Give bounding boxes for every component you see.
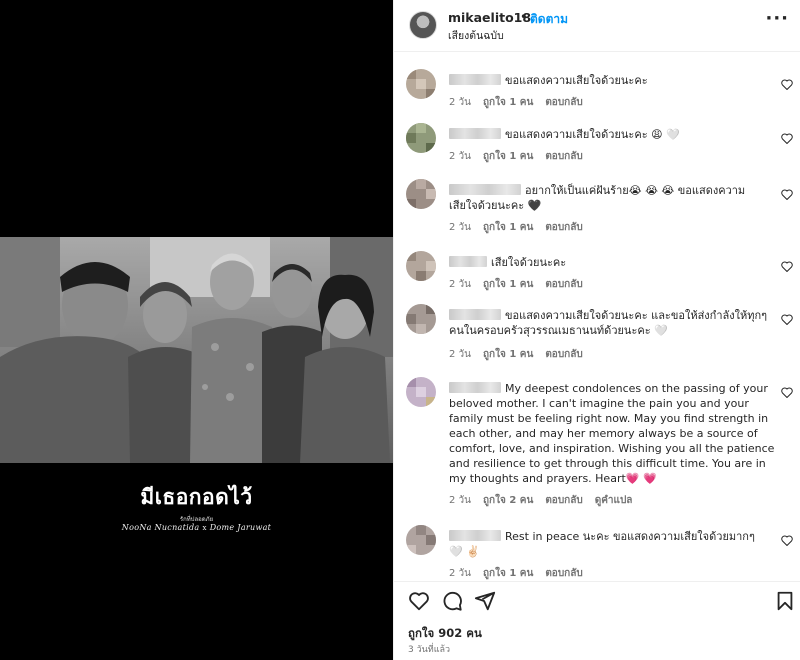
credit-x: x xyxy=(202,524,207,532)
separator-dot: • xyxy=(520,10,528,24)
comment-time: 2 วัน xyxy=(449,151,471,162)
heart-icon[interactable] xyxy=(408,590,430,612)
song-title: มีเธอกอดไว้ xyxy=(140,485,253,509)
comment-time: 2 วัน xyxy=(449,222,471,233)
comment-meta: 2 วัน ถูกใจ 1 คน ตอบกลับ xyxy=(449,95,595,110)
commenter-avatar[interactable] xyxy=(406,179,436,209)
avatar[interactable] xyxy=(409,11,437,39)
heart-icon[interactable] xyxy=(781,79,793,90)
post-actions: ถูกใจ 902 คน 3 วันที่แล้ว xyxy=(394,581,800,660)
reply-button[interactable]: ตอบกลับ xyxy=(545,222,582,233)
post-timestamp: 3 วันที่แล้ว xyxy=(408,645,451,655)
heart-icon[interactable] xyxy=(781,314,793,325)
likes-count[interactable]: ถูกใจ 902 คน xyxy=(408,625,482,643)
comment-meta: 2 วัน ถูกใจ 1 คน ตอบกลับ xyxy=(449,566,595,581)
comment-meta: 2 วัน ถูกใจ 1 คน ตอบกลับ xyxy=(449,149,595,164)
reply-button[interactable]: ตอบกลับ xyxy=(545,97,582,108)
original-audio-link[interactable]: เสียงต้นฉบับ xyxy=(448,27,504,44)
heart-icon[interactable] xyxy=(781,387,793,398)
commenter-avatar[interactable] xyxy=(406,69,436,99)
heart-icon[interactable] xyxy=(781,189,793,200)
translate-button[interactable]: ดูคำแปล xyxy=(595,495,633,506)
comment-text: My deepest condolences on the passing of… xyxy=(449,382,775,485)
reply-button[interactable]: ตอบกลับ xyxy=(545,349,582,360)
commenter-name-blurred[interactable] xyxy=(449,309,501,320)
comment-likes[interactable]: ถูกใจ 1 คน xyxy=(483,349,533,360)
post-media[interactable]: มีเธอกอดไว้ รักที่ปลอดภัย NooNa Nucnatid… xyxy=(0,0,393,660)
heart-icon[interactable] xyxy=(781,535,793,546)
comment-time: 2 วัน xyxy=(449,279,471,290)
commenter-avatar[interactable] xyxy=(406,377,436,407)
comment-likes[interactable]: ถูกใจ 1 คน xyxy=(483,151,533,162)
comment-meta: 2 วัน ถูกใจ 1 คน ตอบกลับ xyxy=(449,220,595,235)
commenter-name-blurred[interactable] xyxy=(449,74,501,85)
comment-likes[interactable]: ถูกใจ 2 คน xyxy=(483,495,533,506)
post-header: mikaelito18 • ติดตาม เสียงต้นฉบับ ··· xyxy=(394,0,800,52)
reply-button[interactable]: ตอบกลับ xyxy=(545,568,582,579)
commenter-avatar[interactable] xyxy=(406,123,436,153)
comment-icon[interactable] xyxy=(441,590,463,612)
comment-likes[interactable]: ถูกใจ 1 คน xyxy=(483,97,533,108)
comment-text: ขอแสดงความเสียใจด้วยนะคะ xyxy=(449,73,769,88)
comment-text: อยากให้เป็นแค่ฝันร้าย😭 😭 😭 ขอแสดงความเสี… xyxy=(449,184,746,212)
comment-time: 2 วัน xyxy=(449,495,471,506)
reply-button[interactable]: ตอบกลับ xyxy=(545,279,582,290)
reply-button[interactable]: ตอบกลับ xyxy=(545,495,582,506)
comment-time: 2 วัน xyxy=(449,97,471,108)
commenter-name-blurred[interactable] xyxy=(449,128,501,139)
paper-plane-icon[interactable] xyxy=(474,590,496,612)
credit-artist-2: Dome Jaruwat xyxy=(209,523,272,532)
commenter-name-blurred[interactable] xyxy=(449,530,501,541)
more-options-button[interactable]: ··· xyxy=(765,8,789,29)
comment-time: 2 วัน xyxy=(449,568,471,579)
comment-text: ขอแสดงความเสียใจด้วยนะคะ และขอให้ส่งกำลั… xyxy=(449,309,768,337)
song-credit: NooNa Nucnatida x Dome Jaruwat xyxy=(0,523,393,532)
comment-meta: 2 วัน ถูกใจ 1 คน ตอบกลับ xyxy=(449,277,595,292)
commenter-avatar[interactable] xyxy=(406,304,436,334)
credit-artist-1: NooNa Nucnatida xyxy=(121,523,200,532)
commenter-avatar[interactable] xyxy=(406,525,436,555)
comment-likes[interactable]: ถูกใจ 1 คน xyxy=(483,279,533,290)
username-link[interactable]: mikaelito18 xyxy=(448,10,531,25)
family-photo xyxy=(0,237,393,463)
post-panel: mikaelito18 • ติดตาม เสียงต้นฉบับ ··· ขอ… xyxy=(393,0,800,660)
comments-list[interactable]: ขอแสดงความเสียใจด้วยนะคะ 2 วัน ถูกใจ 1 คน… xyxy=(394,53,800,581)
commenter-name-blurred[interactable] xyxy=(449,184,521,195)
follow-button[interactable]: ติดตาม xyxy=(530,10,568,29)
bookmark-icon[interactable] xyxy=(774,590,796,612)
heart-icon[interactable] xyxy=(781,261,793,272)
commenter-avatar[interactable] xyxy=(406,251,436,281)
comment-meta: 2 วัน ถูกใจ 1 คน ตอบกลับ xyxy=(449,347,595,362)
comment-text: Rest in peace นะคะ ขอแสดงความเสียใจด้วยม… xyxy=(449,530,755,558)
comment-text: เสียใจด้วยนะคะ xyxy=(449,255,769,270)
comment-text: ขอแสดงความเสียใจด้วยนะคะ 😩 🤍 xyxy=(449,127,769,142)
heart-icon[interactable] xyxy=(781,133,793,144)
commenter-name-blurred[interactable] xyxy=(449,382,501,393)
comment-meta: 2 วัน ถูกใจ 2 คน ตอบกลับ ดูคำแปล xyxy=(449,493,644,508)
comment-likes[interactable]: ถูกใจ 1 คน xyxy=(483,568,533,579)
commenter-name-blurred[interactable] xyxy=(449,256,487,267)
reply-button[interactable]: ตอบกลับ xyxy=(545,151,582,162)
comment-time: 2 วัน xyxy=(449,349,471,360)
comment-likes[interactable]: ถูกใจ 1 คน xyxy=(483,222,533,233)
